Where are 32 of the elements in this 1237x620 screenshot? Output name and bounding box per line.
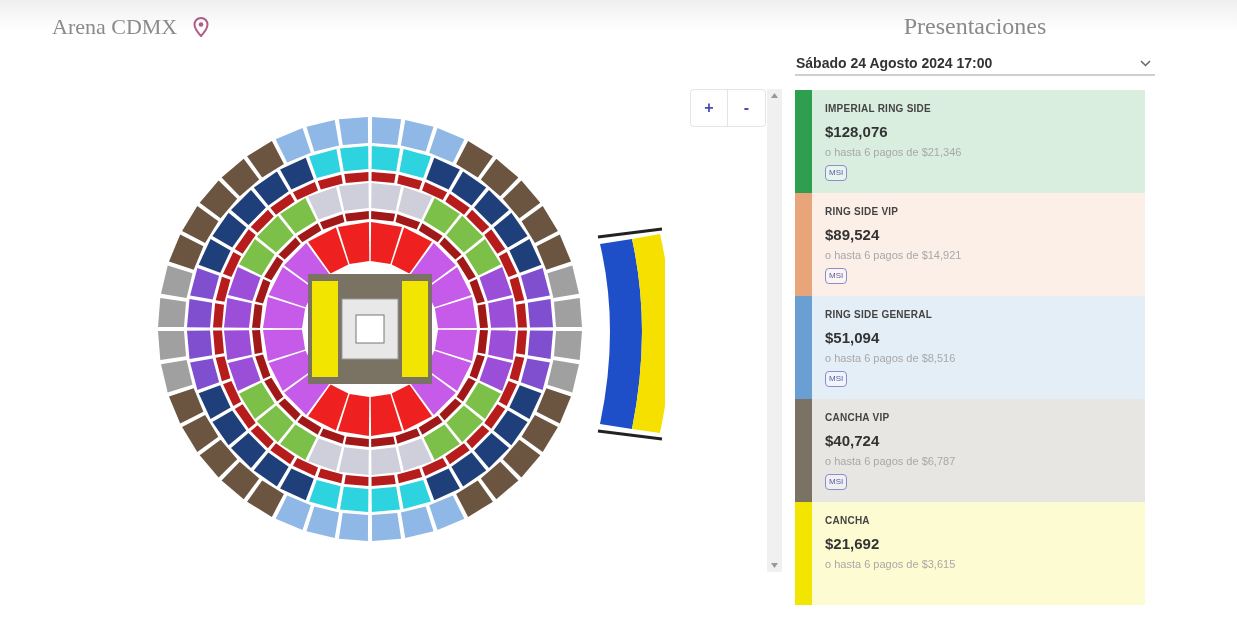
zoom-out-button[interactable]: - bbox=[728, 90, 765, 126]
msi-badge: MSI bbox=[825, 165, 848, 181]
scrollbar[interactable] bbox=[767, 89, 782, 572]
zone-price: $40,724 bbox=[825, 431, 880, 451]
installments-text: o hasta 6 pagos de $14,921 bbox=[825, 247, 962, 263]
zone-price: $21,692 bbox=[825, 534, 880, 554]
venue-title: Arena CDMX bbox=[52, 13, 178, 41]
msi-badge: MSI bbox=[825, 268, 848, 284]
zone-card[interactable]: CANCHA $21,692 o hasta 6 pagos de $3,615 bbox=[795, 502, 1145, 605]
zone-price: $89,524 bbox=[825, 225, 880, 245]
zone-name: RING SIDE VIP bbox=[825, 205, 899, 219]
zone-name: IMPERIAL RING SIDE bbox=[825, 102, 931, 116]
date-select[interactable]: Sábado 24 Agosto 2024 17:00 bbox=[795, 52, 1155, 76]
zone-name: RING SIDE GENERAL bbox=[825, 308, 933, 322]
zoom-in-button[interactable]: + bbox=[691, 90, 728, 126]
installments-text: o hasta 6 pagos de $3,615 bbox=[825, 556, 956, 572]
msi-badge: MSI bbox=[825, 371, 848, 387]
location-pin-icon bbox=[193, 16, 210, 37]
zone-card[interactable]: RING SIDE GENERAL $51,094 o hasta 6 pagos de $8,516 MSI bbox=[795, 296, 1145, 399]
chevron-down-icon bbox=[1140, 59, 1151, 67]
zone-price: $128,076 bbox=[825, 122, 888, 142]
installments-text: o hasta 6 pagos de $8,516 bbox=[825, 350, 956, 366]
zone-name: CANCHA bbox=[825, 514, 870, 528]
presentations-title: Presentaciones bbox=[903, 12, 1047, 41]
msi-badge: MSI bbox=[825, 474, 848, 490]
installments-text: o hasta 6 pagos de $21,346 bbox=[825, 144, 962, 160]
scroll-down-icon[interactable] bbox=[771, 563, 778, 568]
scroll-up-icon[interactable] bbox=[771, 93, 778, 98]
zone-card[interactable]: IMPERIAL RING SIDE $128,076 o hasta 6 pagos de $21,346 MSI bbox=[795, 90, 1145, 193]
zone-name: CANCHA VIP bbox=[825, 411, 890, 425]
zone-card[interactable]: RING SIDE VIP $89,524 o hasta 6 pagos de $14,921 MSI bbox=[795, 193, 1145, 296]
zone-price: $51,094 bbox=[825, 328, 880, 348]
